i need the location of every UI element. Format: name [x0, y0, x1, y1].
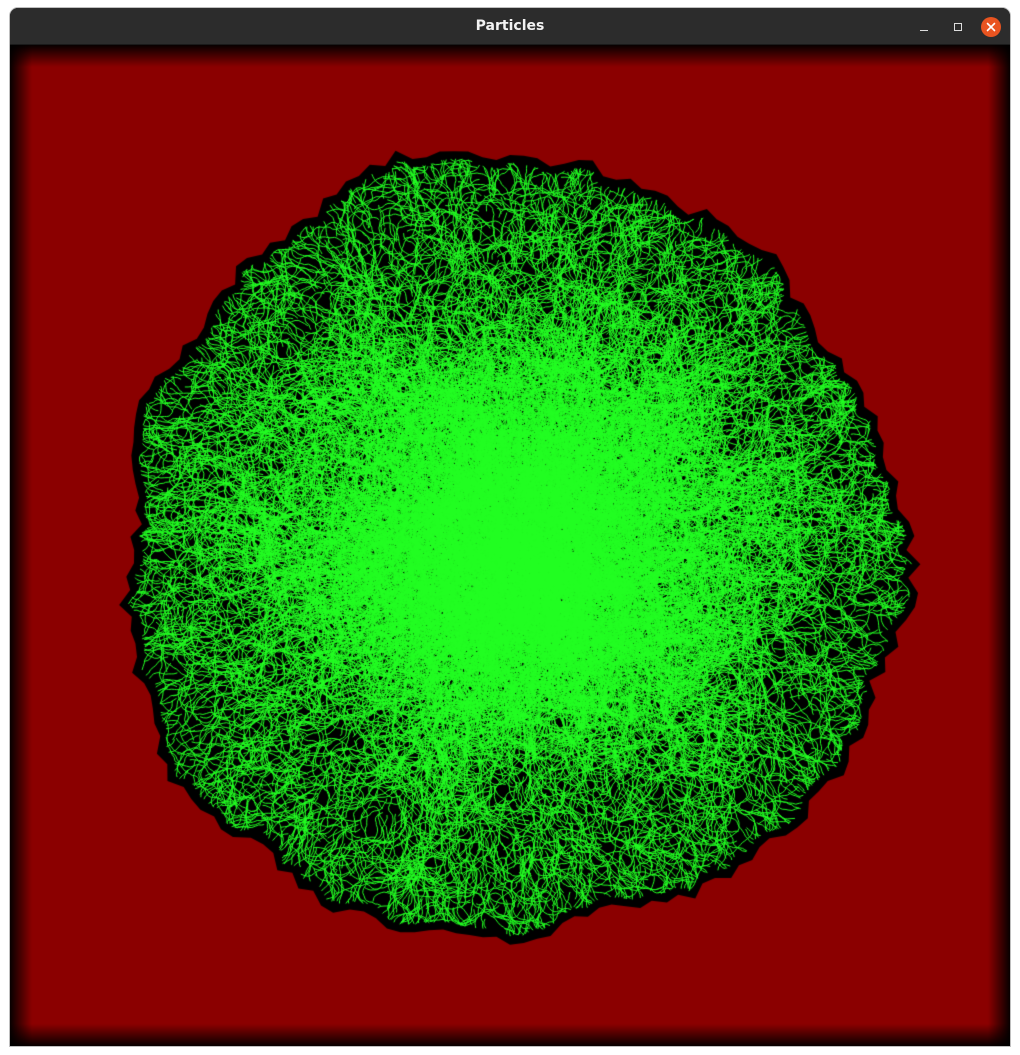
close-button[interactable]: [981, 17, 1001, 37]
simulation-canvas-area[interactable]: [10, 45, 1010, 1046]
window-title: Particles: [475, 18, 545, 34]
app-window: Particles: [10, 8, 1010, 1046]
close-icon: [986, 22, 996, 32]
particle-cluster-canvas[interactable]: [10, 45, 1010, 1046]
title-bar[interactable]: Particles: [10, 8, 1010, 45]
maximize-button[interactable]: [948, 17, 968, 37]
minimize-icon: [920, 30, 928, 31]
minimize-button[interactable]: [914, 17, 934, 37]
maximize-icon: [954, 23, 962, 31]
